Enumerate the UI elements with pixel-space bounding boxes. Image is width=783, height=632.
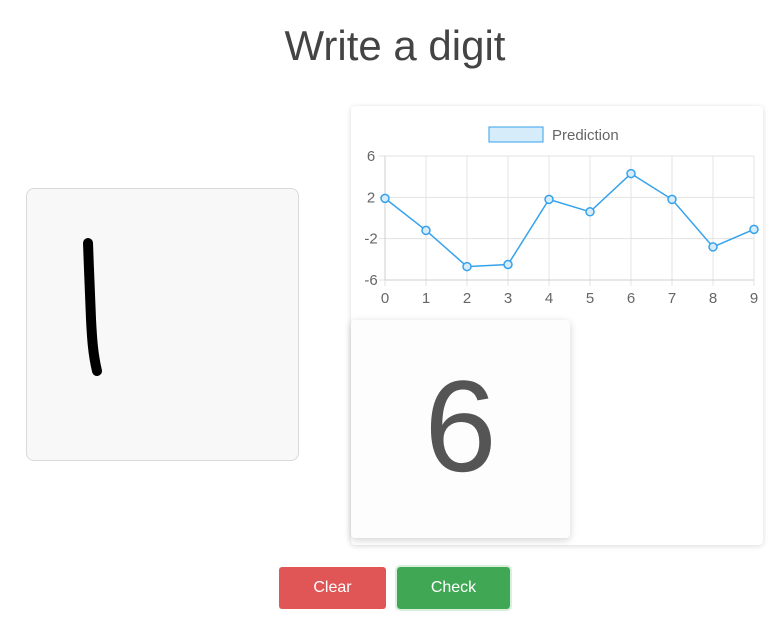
x-tick-label: 2: [463, 290, 471, 307]
data-point: [585, 207, 595, 217]
x-tick-label: 5: [586, 290, 594, 307]
prediction-result-card: 6: [351, 320, 570, 538]
y-tick-label: -2: [364, 231, 377, 248]
x-tick-label: 7: [668, 290, 676, 307]
x-tick-label: 1: [422, 290, 430, 307]
data-point: [626, 168, 636, 179]
x-tick-label: 3: [504, 290, 512, 307]
x-tick-label: 8: [709, 290, 717, 307]
x-tick-label: 0: [381, 290, 389, 307]
data-point: [503, 259, 513, 270]
y-tick-label: 2: [367, 189, 375, 206]
data-point: [380, 193, 390, 204]
clear-button[interactable]: Clear: [279, 567, 386, 609]
data-point: [462, 261, 472, 272]
legend-label: Prediction: [552, 127, 619, 144]
drawn-stroke: [83, 238, 102, 376]
data-point: [421, 225, 431, 236]
y-tick-label: -6: [364, 272, 377, 289]
drawing-canvas[interactable]: [26, 188, 299, 461]
y-tick-label: 6: [367, 148, 375, 165]
data-point: [708, 242, 718, 252]
page: Write a digit Prediction 6 2 -2 -6 0 1 2 3 4 5 6 7…: [0, 0, 783, 632]
data-point: [667, 194, 677, 205]
data-point: [749, 224, 759, 235]
check-button[interactable]: Check: [395, 565, 512, 611]
x-tick-label: 4: [545, 290, 553, 307]
data-point: [544, 194, 554, 205]
page-title: Write a digit: [284, 22, 506, 69]
prediction-chart: Prediction 6 2 -2 -6 0 1 2 3 4 5 6 7 8 9: [364, 126, 759, 307]
x-tick-label: 9: [750, 290, 758, 307]
predicted-digit: 6: [424, 353, 497, 499]
series-line: [384, 172, 755, 268]
legend-swatch: [488, 126, 544, 143]
x-tick-label: 6: [627, 290, 635, 307]
